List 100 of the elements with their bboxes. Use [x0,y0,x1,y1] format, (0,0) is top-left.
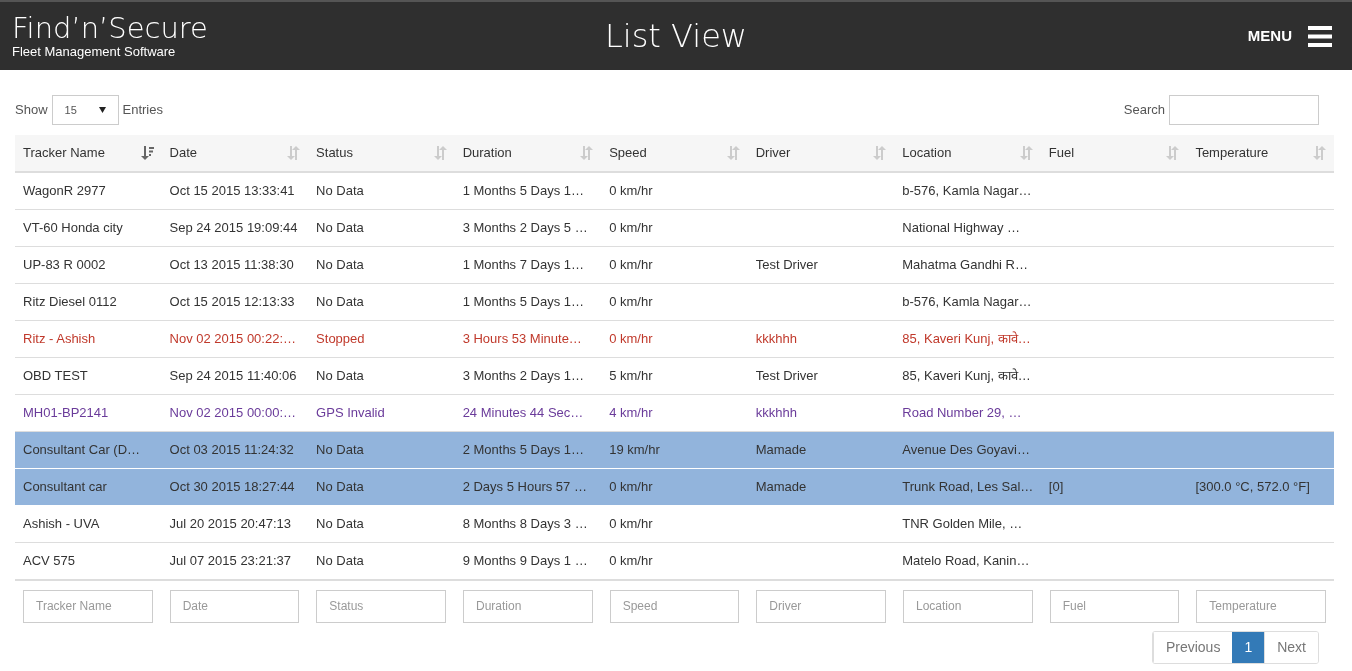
table-row[interactable]: WagonR 2977 Oct 15 2015 13:33:41 No Data 1 Months 5 Days 1… 0 km/hr b-576, Kamla Nagar… [15,172,1334,209]
table-cell: Oct 13 2015 11:38:30 [169,256,294,272]
table-row[interactable]: Ashish - UVA Jul 20 2015 20:47:13 No Data 8 Months 8 Days 3 … 0 km/hr TNR Golden Mile, … [15,505,1334,542]
filter-field[interactable]: Fuel [1049,589,1180,623]
tagline: Fleet Management Software [12,44,176,60]
column-header[interactable]: Duration [462,143,512,163]
table-cell: [0] [1048,478,1064,494]
column-header[interactable]: Status [316,143,353,163]
column-header[interactable]: Temperature [1195,143,1269,163]
table-cell: Jul 20 2015 20:47:13 [169,515,291,531]
filter-field[interactable]: Status [316,589,446,623]
column-header[interactable]: Driver [755,143,791,163]
table-cell: No Data [316,293,364,309]
table-cell: Sep 24 2015 19:09:44 [169,219,298,235]
table-cell: [300.0 °C, 572.0 °F] [1195,478,1310,494]
table-cell: Matelo Road, Kanin… [902,552,1030,568]
table-cell: Stopped [316,330,365,346]
table-row[interactable]: ACV 575 Jul 07 2015 23:21:37 No Data 9 Months 9 Days 1 … 0 km/hr Matelo Road, Kanin… [15,542,1334,579]
show-label: Show [15,101,48,120]
table-cell: No Data [316,478,364,494]
filter-field[interactable]: Tracker Name [23,589,153,623]
column-header[interactable]: Location [902,143,952,163]
table-cell: WagonR 2977 [23,183,106,198]
page-title: List View [604,16,747,57]
table-cell: 4 km/hr [609,404,653,420]
table-cell: Oct 15 2015 13:33:41 [169,183,295,198]
table-cell: No Data [316,552,364,568]
table-row[interactable]: OBD TEST Sep 24 2015 11:40:06 No Data 3 Months 2 Days 1… 5 km/hr Test Driver 85, Kaveri Kunj, कावे… [15,357,1334,394]
filter-field[interactable]: Date [169,589,300,623]
table-row[interactable]: VT-60 Honda city Sep 24 2015 19:09:44 No Data 3 Months 2 Days 5 … 0 km/hr National Highway … [15,209,1334,246]
menu-icon[interactable] [1308,25,1332,47]
table-cell: Mahatma Gandhi R… [902,256,1028,272]
table-cell: Mamade [755,478,807,494]
table-cell: UP-83 R 0002 [23,256,106,272]
table-cell: No Data [316,219,364,235]
table-cell: 85, Kaveri Kunj, कावे… [902,330,1031,346]
page-button[interactable]: 1 [1232,631,1265,663]
page-button[interactable]: Next [1264,631,1318,663]
table-cell: Test Driver [755,367,818,383]
filter-field[interactable]: Speed [609,589,740,623]
select-value: 15 [64,102,77,118]
table-cell: 19 km/hr [609,441,660,457]
table-cell: 2 Months 5 Days 1… [462,441,585,457]
table-row[interactable]: Ritz Diesel 0112 Oct 15 2015 12:13:33 No Data 1 Months 5 Days 1… 0 km/hr b-576, Kamla Nagar… [15,283,1334,320]
entries-label: Entries [122,101,163,120]
table-cell: 3 Months 2 Days 1… [462,367,585,383]
table-cell: GPS Invalid [316,404,385,420]
filter-field[interactable]: Duration [463,589,593,623]
table-cell: 3 Months 2 Days 5 … [462,219,588,235]
table-cell: Consultant Car (D… [23,441,141,457]
column-header[interactable]: Tracker Name [23,143,105,163]
column-header[interactable]: Date [169,143,197,163]
column-header[interactable]: Speed [609,143,647,163]
table-cell: Ritz - Ashish [23,330,96,346]
table-cell: Oct 15 2015 12:13:33 [169,293,295,309]
table-cell: 0 km/hr [609,478,653,494]
menu-button[interactable]: MENU [1247,24,1292,48]
table-cell: 0 km/hr [609,219,653,235]
search-label: Search [1123,101,1165,120]
table-row[interactable]: Consultant car Oct 30 2015 18:27:44 No Data 2 Days 5 Hours 57 … 0 km/hr Mamade Trunk Road, Les Sal… [0] [300.0 °C, 572.0 °F] [15,468,1334,505]
table-cell: No Data [316,367,364,383]
filter-field[interactable]: Location [903,589,1033,623]
table-row[interactable]: Ritz - Ashish Nov 02 2015 00:22:… Stopped 3 Hours 53 Minute… 0 km/hr kkkhhh 85, Kaveri Kunj, कावे… [15,320,1334,357]
table-cell: Test Driver [755,256,818,272]
table-cell: Sep 24 2015 11:40:06 [169,367,297,383]
table-cell: kkkhhh [755,330,797,346]
table-cell: Nov 02 2015 00:00:… [169,404,297,420]
table-cell: Ashish - UVA [23,515,100,531]
table-row[interactable]: UP-83 R 0002 Oct 13 2015 11:38:30 No Data 1 Months 7 Days 1… 0 km/hr Test Driver Mahatma Gandhi R… [15,246,1334,283]
table-row[interactable]: MH01-BP2141 Nov 02 2015 00:00:… GPS Invalid 24 Minutes 44 Sec… 4 km/hr kkkhhh Road Number 29, … [15,394,1334,431]
table-cell: b-576, Kamla Nagar… [902,293,1032,309]
filter-field[interactable]: Driver [756,589,886,623]
table-cell: 9 Months 9 Days 1 … [462,552,588,568]
caret-icon [98,107,106,113]
table-cell: 1 Months 5 Days 1… [462,183,585,198]
table-cell: Oct 03 2015 11:24:32 [169,441,294,457]
table-cell: Mamade [755,441,807,457]
table-cell: ACV 575 [23,552,76,568]
table-row[interactable]: Consultant Car (D… Oct 03 2015 11:24:32 No Data 2 Months 5 Days 1… 19 km/hr Mamade Avenue Des Goyavi… [15,431,1334,468]
table-cell: 0 km/hr [609,293,653,309]
table-cell: MH01-BP2141 [23,404,109,420]
table-cell: 85, Kaveri Kunj, कावे… [902,367,1031,383]
entries-select[interactable]: 15 [51,95,119,125]
table-cell: b-576, Kamla Nagar… [902,183,1032,198]
table-cell: Consultant car [23,478,107,494]
table-cell: VT-60 Honda city [23,219,123,235]
table-cell: Oct 30 2015 18:27:44 [169,478,295,494]
table-cell: 5 km/hr [609,367,653,383]
table-cell: Ritz Diesel 0112 [23,293,117,309]
table-cell: Nov 02 2015 00:22:… [169,330,297,346]
search-field[interactable] [1169,95,1319,125]
table-cell: No Data [316,183,364,198]
table-cell: No Data [316,515,364,531]
table-cell: No Data [316,256,364,272]
table-cell: 2 Days 5 Hours 57 … [462,478,587,494]
table-cell: 0 km/hr [609,256,653,272]
table-cell: National Highway … [902,219,1021,235]
filter-field[interactable]: Temperature [1196,589,1326,623]
column-header[interactable]: Fuel [1048,143,1075,163]
table-cell: Avenue Des Goyavi… [902,441,1030,457]
